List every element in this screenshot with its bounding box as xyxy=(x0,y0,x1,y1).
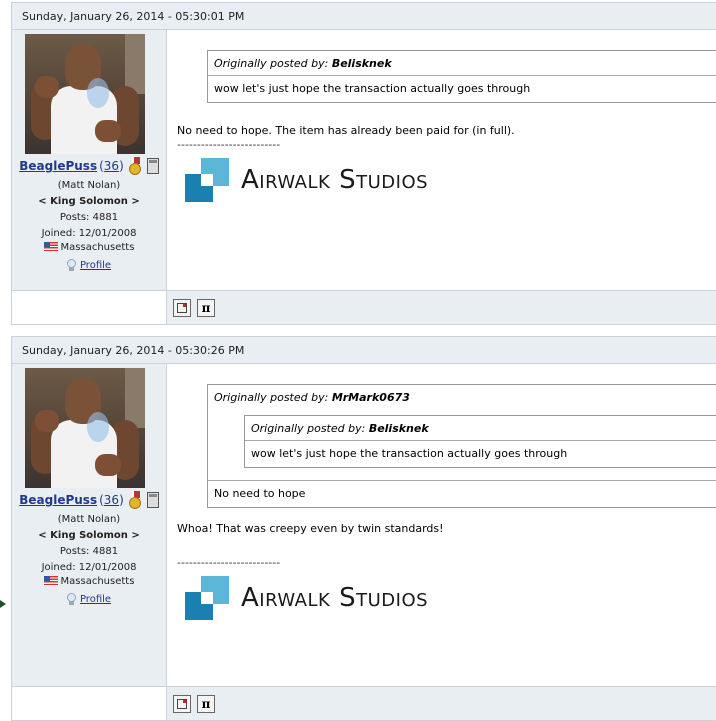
avatar[interactable] xyxy=(25,368,145,488)
private-message-button[interactable] xyxy=(173,298,191,317)
quote-text: wow let's just hope the transaction actu… xyxy=(214,82,531,95)
calculator-icon[interactable] xyxy=(146,158,159,174)
arrow-pointer-icon xyxy=(0,600,6,608)
post-date: Sunday, January 26, 2014 - 05:30:01 PM xyxy=(22,9,245,23)
airwalk-logo-icon xyxy=(185,158,229,202)
airwalk-logo-icon xyxy=(185,576,229,620)
post-date-bar: Sunday, January 26, 2014 - 05:30:01 PM xyxy=(12,3,716,30)
post-footer: π xyxy=(12,290,716,324)
profile-link[interactable]: Profile xyxy=(80,594,111,605)
reputation[interactable]: (36) xyxy=(99,159,124,173)
username-link[interactable]: BeaglePuss xyxy=(19,159,97,173)
user-location: Massachusetts xyxy=(43,242,134,253)
quote-author: Belisknek xyxy=(331,57,392,70)
quote-author: MrMark0673 xyxy=(331,391,410,404)
user-post-count: Posts: 4881 xyxy=(59,546,119,557)
user-real-name: (Matt Nolan) xyxy=(57,180,121,191)
reputation[interactable]: (36) xyxy=(99,493,124,507)
medal-icon xyxy=(128,157,141,175)
message-text: Whoa! That was creepy even by twin stand… xyxy=(177,522,444,535)
forum-post: Sunday, January 26, 2014 - 05:30:26 PM B… xyxy=(11,336,716,721)
post-message: Originally posted by: Belisknek wow let'… xyxy=(167,30,716,290)
reputation-value[interactable]: 36 xyxy=(104,493,119,507)
user-joined-date: Joined: 12/01/2008 xyxy=(41,228,137,239)
medal-icon xyxy=(128,491,141,509)
logo-text: Airwalk Studios xyxy=(241,583,429,613)
pi-button[interactable]: π xyxy=(197,298,215,317)
nested-quote-block: Originally posted by: Belisknek wow let'… xyxy=(244,415,716,468)
pi-button[interactable]: π xyxy=(197,694,215,713)
message-text: No need to hope. The item has already be… xyxy=(177,124,515,137)
forum-post: Sunday, January 26, 2014 - 05:30:01 PM B… xyxy=(11,2,716,325)
post-footer: π xyxy=(12,686,716,720)
user-title: < King Solomon > xyxy=(38,196,140,207)
signature-logo: Airwalk Studios xyxy=(185,576,716,620)
post-message: Originally posted by: MrMark0673 Origina… xyxy=(167,364,716,686)
user-real-name: (Matt Nolan) xyxy=(57,514,121,525)
nested-quote-author: Belisknek xyxy=(368,422,429,435)
reputation-value[interactable]: 36 xyxy=(104,159,119,173)
user-info-panel: BeaglePuss (36) (Matt Nolan) < King Solo… xyxy=(12,30,167,290)
user-post-count: Posts: 4881 xyxy=(59,212,119,223)
post-date-bar: Sunday, January 26, 2014 - 05:30:26 PM xyxy=(12,337,716,364)
us-flag-icon xyxy=(43,242,58,251)
logo-text: Airwalk Studios xyxy=(241,165,429,195)
quote-block: Originally posted by: Belisknek wow let'… xyxy=(207,50,716,103)
user-title: < King Solomon > xyxy=(38,530,140,541)
nested-quote-text: wow let's just hope the transaction actu… xyxy=(251,447,568,460)
calculator-icon[interactable] xyxy=(146,492,159,508)
private-message-icon xyxy=(177,698,187,709)
signature-divider: -------------------------- xyxy=(177,139,281,150)
quote-block: Originally posted by: MrMark0673 Origina… xyxy=(207,384,716,508)
user-info-panel: BeaglePuss (36) (Matt Nolan) < King Solo… xyxy=(12,364,167,686)
lightbulb-icon xyxy=(66,259,76,271)
quote-text: No need to hope xyxy=(214,487,306,500)
profile-link[interactable]: Profile xyxy=(80,260,111,271)
user-joined-date: Joined: 12/01/2008 xyxy=(41,562,137,573)
private-message-button[interactable] xyxy=(173,694,191,713)
username-link[interactable]: BeaglePuss xyxy=(19,493,97,507)
lightbulb-icon xyxy=(66,593,76,605)
post-date: Sunday, January 26, 2014 - 05:30:26 PM xyxy=(22,343,245,357)
private-message-icon xyxy=(177,302,187,313)
avatar[interactable] xyxy=(25,34,145,154)
signature-divider: -------------------------- xyxy=(177,557,281,568)
signature-logo: Airwalk Studios xyxy=(185,158,716,202)
us-flag-icon xyxy=(43,576,58,585)
user-location: Massachusetts xyxy=(43,576,134,587)
